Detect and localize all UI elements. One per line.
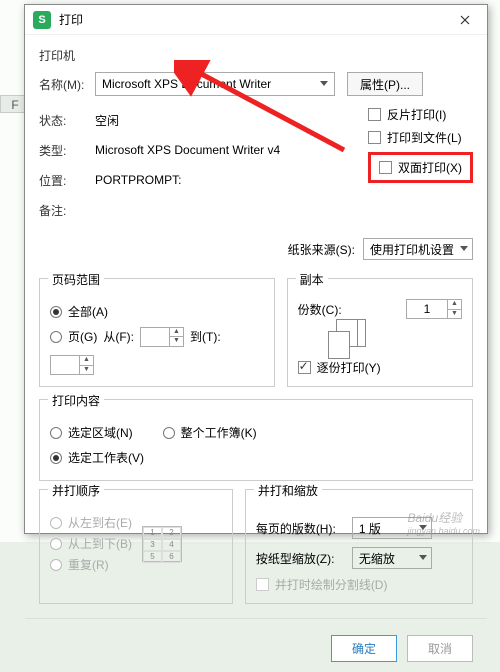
radio-icon xyxy=(50,559,62,571)
copies-count-input[interactable]: 1▲▼ xyxy=(406,299,462,319)
reverse-print-checkbox[interactable]: 反片打印(I) xyxy=(368,106,473,123)
from-label: 从(F): xyxy=(103,328,134,345)
duplex-label: 双面打印(X) xyxy=(398,159,462,176)
cutlines-checkbox: 并打时绘制分割线(D) xyxy=(256,576,462,593)
content-sheets-label: 选定工作表(V) xyxy=(68,449,144,466)
close-icon xyxy=(460,15,470,25)
order-repeat-label: 重复(R) xyxy=(68,556,109,573)
chevron-down-icon xyxy=(419,555,427,560)
copies-count-value: 1 xyxy=(407,300,447,318)
ok-button[interactable]: 确定 xyxy=(331,635,397,662)
scale-label: 按纸型缩放(Z): xyxy=(256,550,352,567)
order-lr-label: 从左到右(E) xyxy=(68,514,132,531)
checkbox-icon xyxy=(368,131,381,144)
checkbox-icon xyxy=(379,161,392,174)
comment-label: 备注: xyxy=(39,202,95,219)
checkbox-icon xyxy=(298,361,311,374)
content-workbook-radio[interactable]: 整个工作簿(K) xyxy=(163,424,257,441)
chevron-down-icon xyxy=(460,246,468,251)
printer-section-label: 打印机 xyxy=(39,47,473,64)
close-button[interactable] xyxy=(451,6,479,34)
radio-icon xyxy=(50,331,62,343)
content-selection-radio[interactable]: 选定区域(N) xyxy=(50,424,133,441)
watermark: Baidu经验 jingyan.baidu.com xyxy=(407,509,480,536)
radio-icon xyxy=(50,452,62,464)
duplex-highlight: 双面打印(X) xyxy=(368,152,473,183)
paper-source-dropdown[interactable]: 使用打印机设置 xyxy=(363,238,473,260)
order-group: 并打顺序 从左到右(E) 从上到下(B) 重复(R) 123456 xyxy=(39,489,233,604)
print-content-title: 打印内容 xyxy=(48,392,104,409)
scale-group: 并打和缩放 每页的版数(H): 1 版 按纸型缩放(Z): 无缩放 并打时绘制分… xyxy=(245,489,473,604)
range-all-label: 全部(A) xyxy=(68,303,108,320)
printer-name-dropdown[interactable]: Microsoft XPS Document Writer xyxy=(95,72,335,96)
print-to-file-checkbox[interactable]: 打印到文件(L) xyxy=(368,129,473,146)
radio-icon xyxy=(50,538,62,550)
collate-checkbox[interactable]: 逐份打印(Y) xyxy=(298,359,462,376)
printer-name-value: Microsoft XPS Document Writer xyxy=(102,77,271,91)
name-label: 名称(M): xyxy=(39,76,95,93)
print-content-group: 打印内容 选定区域(N) 整个工作簿(K) 选定工作表(V) xyxy=(39,399,473,481)
order-preview-icon: 123456 xyxy=(142,526,182,562)
range-pages-label: 页(G) xyxy=(68,328,97,345)
type-label: 类型: xyxy=(39,142,95,159)
print-to-file-label: 打印到文件(L) xyxy=(387,129,462,146)
order-tb-label: 从上到下(B) xyxy=(68,535,132,552)
type-value: Microsoft XPS Document Writer v4 xyxy=(95,143,280,157)
from-input[interactable]: ▲▼ xyxy=(140,327,184,347)
range-pages-radio[interactable]: 页(G) xyxy=(50,328,97,345)
duplex-checkbox[interactable]: 双面打印(X) xyxy=(379,159,462,176)
order-repeat-radio: 重复(R) xyxy=(50,556,132,573)
range-all-radio[interactable]: 全部(A) xyxy=(50,303,264,320)
watermark-sub: jingyan.baidu.com xyxy=(407,526,480,536)
order-tb-radio: 从上到下(B) xyxy=(50,535,132,552)
where-label: 位置: xyxy=(39,172,95,189)
content-selection-label: 选定区域(N) xyxy=(68,424,133,441)
copies-group: 副本 份数(C): 1▲▼ 逐份打印(Y) xyxy=(287,278,473,387)
collate-label: 逐份打印(Y) xyxy=(317,359,381,376)
per-page-value: 1 版 xyxy=(359,520,381,537)
status-label: 状态: xyxy=(39,112,95,129)
radio-icon xyxy=(50,427,62,439)
scale-value: 无缩放 xyxy=(359,550,395,567)
page-range-title: 页码范围 xyxy=(48,271,104,288)
print-dialog: S 打印 打印机 名称(M): Microsoft XPS Document W… xyxy=(24,4,488,534)
status-value: 空闲 xyxy=(95,112,119,129)
copies-count-label: 份数(C): xyxy=(298,301,342,318)
to-input[interactable]: ▲▼ xyxy=(50,355,94,375)
page-range-group: 页码范围 全部(A) 页(G) 从(F): ▲▼ 到(T): ▲▼ xyxy=(39,278,275,387)
cutlines-label: 并打时绘制分割线(D) xyxy=(275,576,388,593)
per-page-label: 每页的版数(H): xyxy=(256,520,352,537)
order-lr-radio: 从左到右(E) xyxy=(50,514,132,531)
dialog-title: 打印 xyxy=(59,11,451,28)
scale-dropdown[interactable]: 无缩放 xyxy=(352,547,432,569)
app-icon: S xyxy=(33,11,51,29)
radio-icon xyxy=(163,427,175,439)
radio-icon xyxy=(50,517,62,529)
titlebar: S 打印 xyxy=(25,5,487,35)
paper-source-value: 使用打印机设置 xyxy=(370,241,454,258)
properties-button[interactable]: 属性(P)... xyxy=(347,72,423,96)
checkbox-icon xyxy=(368,108,381,121)
content-sheets-radio[interactable]: 选定工作表(V) xyxy=(50,449,462,466)
reverse-print-label: 反片打印(I) xyxy=(387,106,446,123)
watermark-main: Baidu经验 xyxy=(407,511,462,525)
order-title: 并打顺序 xyxy=(48,482,104,499)
paper-source-label: 纸张来源(S): xyxy=(288,241,355,258)
checkbox-icon xyxy=(256,578,269,591)
where-value: PORTPROMPT: xyxy=(95,173,181,187)
copies-title: 副本 xyxy=(296,271,328,288)
chevron-down-icon xyxy=(320,81,328,86)
collate-preview-icon xyxy=(328,319,378,359)
to-label: 到(T): xyxy=(190,328,221,345)
radio-icon xyxy=(50,306,62,318)
cancel-button[interactable]: 取消 xyxy=(407,635,473,662)
content-workbook-label: 整个工作簿(K) xyxy=(181,424,257,441)
scale-title: 并打和缩放 xyxy=(254,482,322,499)
